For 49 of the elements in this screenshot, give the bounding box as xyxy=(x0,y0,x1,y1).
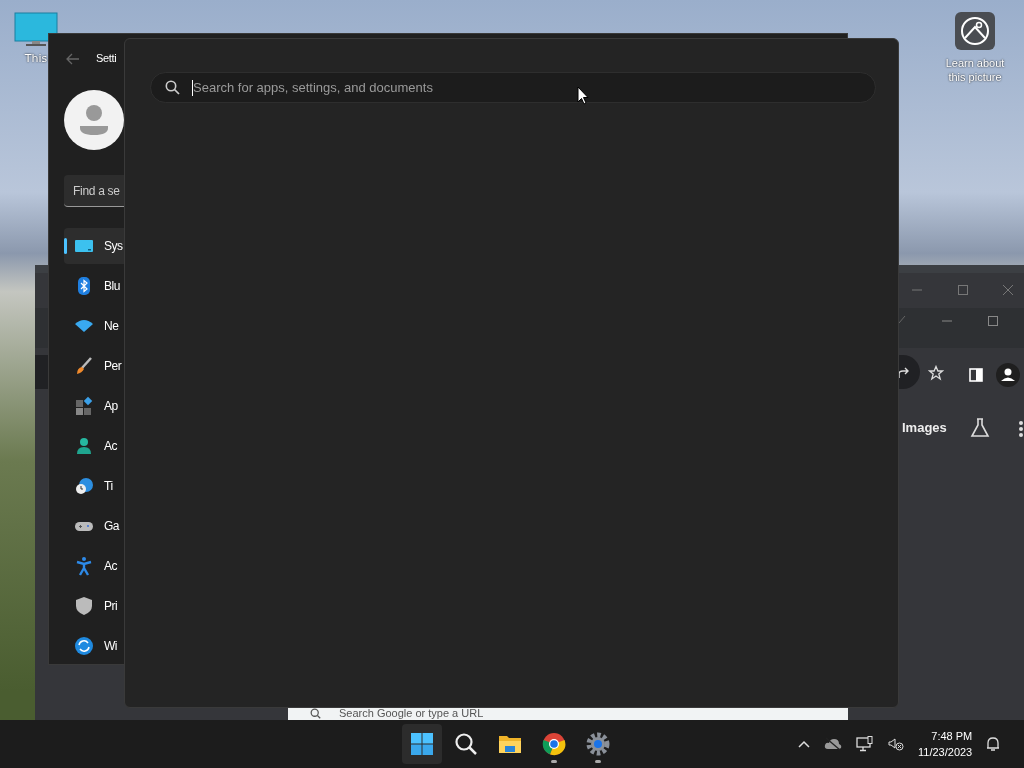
nav-item[interactable]: Ap xyxy=(64,388,124,424)
search-icon xyxy=(165,80,180,95)
browser-icon xyxy=(542,732,566,756)
find-setting-field[interactable]: Find a se xyxy=(64,175,124,207)
nav-item[interactable]: Ti xyxy=(64,468,124,504)
clock-date[interactable]: 11/23/2023 xyxy=(918,744,973,760)
nav-item[interactable]: Blu xyxy=(64,268,124,304)
apps-icon xyxy=(74,396,94,416)
back-arrow-icon[interactable] xyxy=(66,53,80,65)
monitor-icon[interactable] xyxy=(14,12,58,48)
nav-item[interactable]: Ga xyxy=(64,508,124,544)
nav-item[interactable]: Per xyxy=(64,348,124,384)
update-icon xyxy=(74,636,94,656)
more-icon[interactable] xyxy=(1018,420,1024,438)
brush-icon xyxy=(74,356,94,376)
images-link[interactable]: Images xyxy=(902,420,947,435)
nav-item[interactable]: Wi xyxy=(64,628,124,664)
window-title: Setti xyxy=(96,52,117,64)
time-icon xyxy=(74,476,94,496)
bell-icon[interactable] xyxy=(986,736,1001,752)
landscape-icon[interactable] xyxy=(955,12,995,50)
search-icon xyxy=(310,708,321,719)
volume-muted-icon[interactable] xyxy=(888,737,904,751)
maximize-icon[interactable] xyxy=(957,284,969,296)
search-field[interactable]: Search for apps, settings, and documents xyxy=(150,72,876,103)
side-panel-icon[interactable] xyxy=(969,368,983,382)
profile-icon[interactable] xyxy=(996,363,1020,387)
accounts-icon xyxy=(74,436,94,456)
windows-icon xyxy=(410,732,434,756)
nav-item[interactable]: Ne xyxy=(64,308,124,344)
nav-item[interactable]: Ac xyxy=(64,548,124,584)
nav-item[interactable]: Ac xyxy=(64,428,124,464)
maximize-icon[interactable] xyxy=(987,315,999,327)
network-icon[interactable] xyxy=(856,736,874,752)
nav-item[interactable]: Sys xyxy=(64,228,124,264)
taskbar-button[interactable] xyxy=(402,724,442,764)
accessibility-icon xyxy=(74,556,94,576)
flask-icon[interactable] xyxy=(969,417,991,439)
settings-icon xyxy=(586,732,610,756)
pointer-icon xyxy=(577,86,589,105)
clock-time[interactable]: 7:48 PM xyxy=(931,728,973,744)
close-icon[interactable] xyxy=(1002,284,1014,296)
star-icon[interactable] xyxy=(928,365,944,381)
chevron-up-icon[interactable] xyxy=(798,740,810,748)
privacy-icon xyxy=(74,596,94,616)
nav-item[interactable]: Pri xyxy=(64,588,124,624)
search-icon xyxy=(454,732,478,756)
avatar-icon xyxy=(64,90,124,150)
cloud-off-icon[interactable] xyxy=(824,737,842,751)
